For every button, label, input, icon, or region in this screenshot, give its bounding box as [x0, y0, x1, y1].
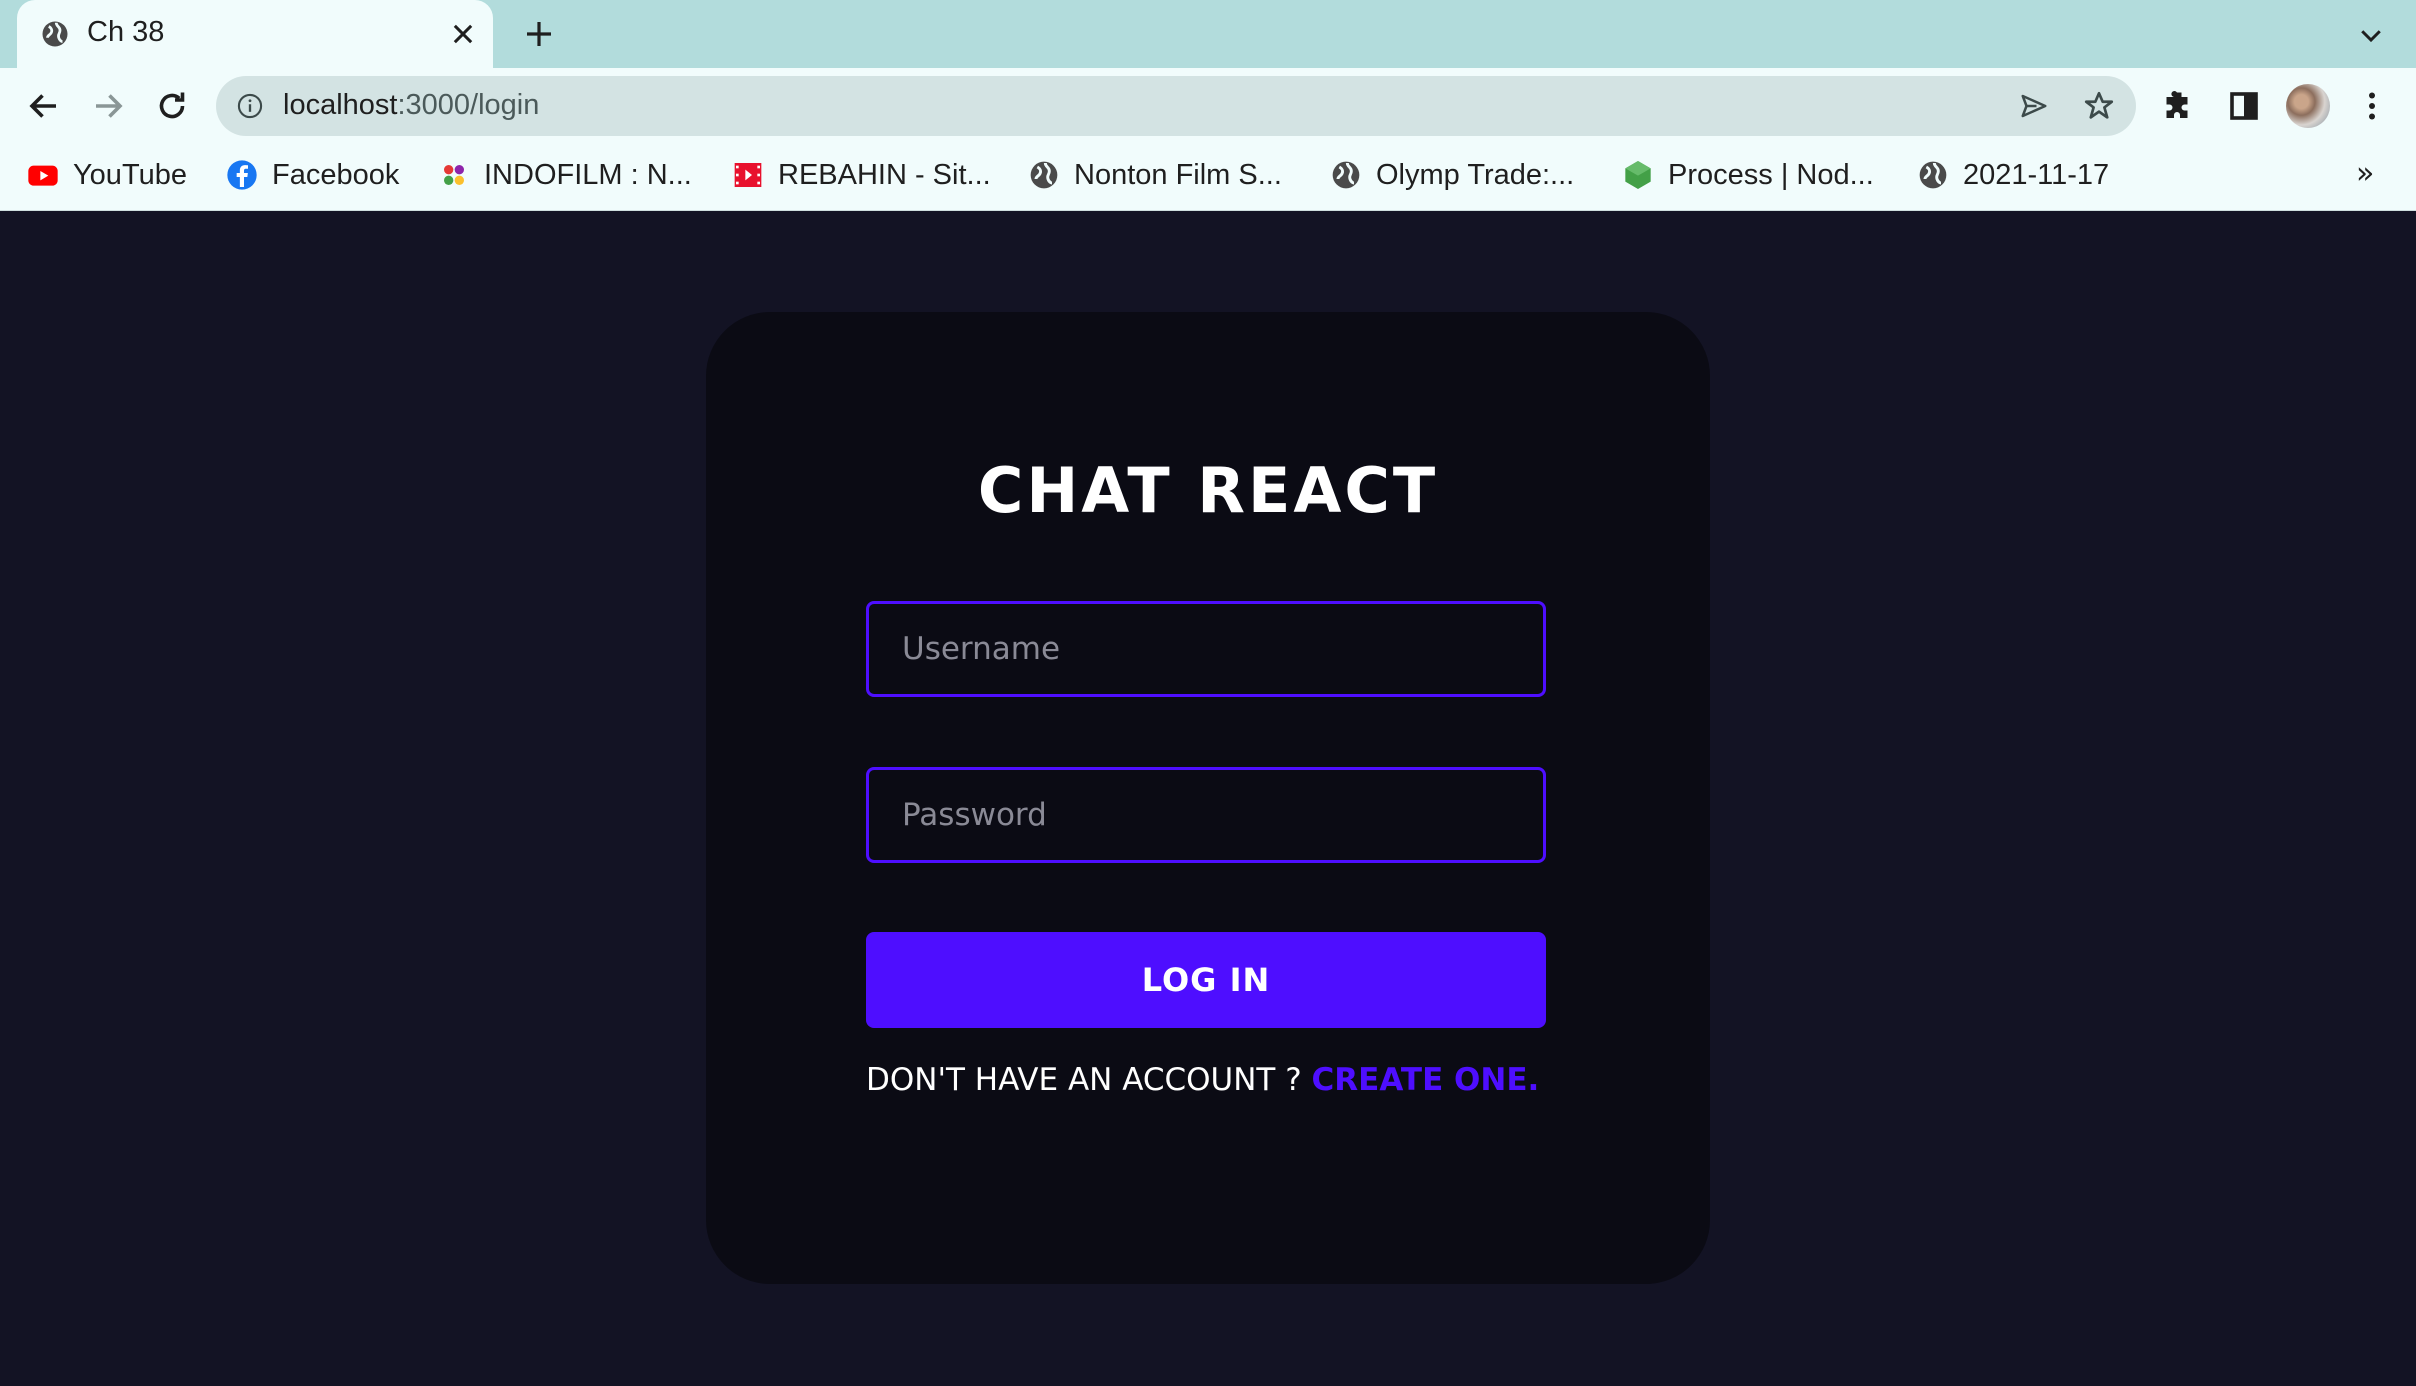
bookmark-label: Process | Nod... — [1668, 158, 1874, 191]
create-account-link[interactable]: CREATE ONE. — [1312, 1062, 1540, 1098]
url-host: localhost — [283, 89, 398, 121]
bookmark-indofilm[interactable]: INDOFILM : N... — [438, 153, 692, 197]
browser-toolbar: localhost:3000/login — [0, 68, 2416, 144]
extensions-puzzle-icon[interactable] — [2162, 88, 2198, 124]
new-tab-icon[interactable] — [523, 18, 555, 50]
register-prompt-text: DON'T HAVE AN ACCOUNT ? — [866, 1062, 1312, 1098]
bookmark-2021-11-17[interactable]: 2021-11-17 — [1917, 153, 2109, 197]
bookmark-label: Facebook — [272, 158, 400, 191]
login-card: CHAT REACT LOG IN DON'T HAVE AN ACCOUNT … — [706, 312, 1710, 1284]
close-icon[interactable] — [449, 20, 477, 48]
bookmark-olymp-trade[interactable]: Olymp Trade:... — [1330, 153, 1574, 197]
bookmark-star-icon[interactable] — [2082, 89, 2116, 123]
nodejs-icon — [1625, 161, 1651, 189]
bookmark-nonton-film[interactable]: Nonton Film S... — [1028, 153, 1282, 197]
side-panel-icon[interactable] — [2226, 88, 2262, 124]
chevron-down-icon[interactable] — [2356, 20, 2386, 50]
page-content: CHAT REACT LOG IN DON'T HAVE AN ACCOUNT … — [0, 211, 2416, 1386]
bookmark-process-node[interactable]: Process | Nod... — [1622, 153, 1874, 197]
password-input[interactable] — [866, 767, 1546, 863]
register-prompt: DON'T HAVE AN ACCOUNT ? CREATE ONE. — [866, 1062, 1566, 1098]
brand-title: CHAT REACT — [977, 454, 1439, 527]
rebahin-icon — [734, 163, 762, 187]
youtube-icon — [28, 165, 58, 186]
bookmark-label: INDOFILM : N... — [484, 158, 692, 191]
url-text[interactable]: localhost:3000/login — [283, 89, 539, 122]
tab-title: Ch 38 — [87, 16, 165, 48]
globe-icon — [1919, 161, 1947, 189]
indofilm-icon — [444, 165, 464, 185]
bookmark-label: 2021-11-17 — [1963, 158, 2110, 191]
bookmark-rebahin[interactable]: REBAHIN - Sit... — [732, 153, 991, 197]
bookmark-label: Nonton Film S... — [1074, 158, 1282, 191]
facebook-icon — [227, 160, 257, 190]
globe-icon — [42, 21, 68, 47]
bookmark-label: YouTube — [73, 158, 187, 191]
kebab-menu-icon[interactable] — [2354, 88, 2390, 124]
bookmarks-overflow-chevron-icon[interactable]: » — [2356, 156, 2374, 191]
send-icon[interactable] — [2018, 91, 2050, 121]
url-path: :3000/login — [397, 89, 540, 121]
profile-avatar[interactable] — [2286, 84, 2330, 128]
bookmark-label: REBAHIN - Sit... — [778, 158, 991, 191]
address-bar[interactable]: localhost:3000/login — [216, 76, 2136, 136]
reload-icon[interactable] — [154, 88, 190, 124]
globe-icon — [1332, 161, 1360, 189]
bookmark-label: Olymp Trade:... — [1376, 158, 1575, 191]
username-input[interactable] — [866, 601, 1546, 697]
forward-arrow-icon[interactable] — [90, 88, 126, 124]
tab-strip: Ch 38 — [0, 0, 2416, 68]
login-button[interactable]: LOG IN — [866, 932, 1546, 1028]
bookmarks-bar: YouTube Facebook INDOFILM : N... REBAHIN… — [0, 144, 2416, 211]
bookmark-facebook[interactable]: Facebook — [226, 153, 399, 197]
info-icon[interactable] — [236, 92, 264, 120]
back-arrow-icon[interactable] — [26, 88, 62, 124]
browser-tab[interactable]: Ch 38 — [17, 0, 493, 68]
bookmark-youtube[interactable]: YouTube — [27, 153, 187, 197]
globe-icon — [1030, 161, 1058, 189]
